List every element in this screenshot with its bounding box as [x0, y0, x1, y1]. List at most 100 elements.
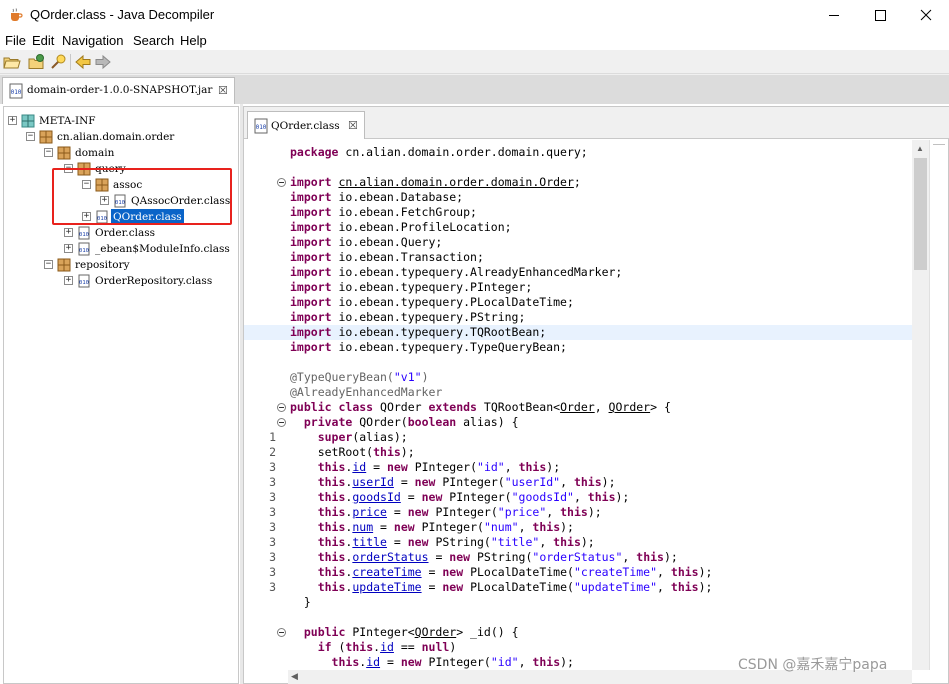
code-editor[interactable]: package cn.alian.domain.order.domain.que… [244, 140, 912, 670]
vertical-scrollbar[interactable]: ▲ [912, 140, 929, 670]
code-text: package cn.alian.domain.order.domain.que… [290, 145, 588, 159]
expand-icon[interactable]: + [82, 212, 91, 221]
tree-item-label: QOrder.class [111, 209, 184, 225]
back-icon[interactable] [74, 53, 92, 71]
minimize-icon[interactable] [811, 0, 857, 31]
code-line: @TypeQueryBean("v1") [244, 370, 912, 385]
editor-tab-strip: 010 QOrder.class ☒ [244, 107, 949, 139]
tree-item[interactable]: +010 QAssocOrder.class [4, 193, 238, 209]
close-tab-icon[interactable]: ☒ [218, 84, 228, 97]
code-text: this.orderStatus = new PString("orderSta… [317, 550, 678, 564]
tree-item[interactable]: +010 Order.class [4, 225, 238, 241]
line-number: 3 [269, 505, 276, 519]
watermark: CSDN @嘉禾嘉宁papa [738, 657, 888, 673]
tree-item[interactable]: +010 OrderRepository.class [4, 273, 238, 289]
toolbar [0, 50, 949, 74]
tree-item[interactable]: − domain [4, 145, 238, 161]
svg-text:010: 010 [97, 216, 107, 222]
tree-item[interactable]: − repository [4, 257, 238, 273]
package-icon [57, 146, 71, 160]
expand-icon[interactable]: + [64, 228, 73, 237]
expand-icon[interactable]: + [8, 116, 17, 125]
code-text: this.createTime = new PLocalDateTime("cr… [317, 565, 713, 579]
close-window-icon[interactable] [903, 0, 949, 31]
tab-qorder-class[interactable]: 010 QOrder.class ☒ [247, 111, 365, 139]
title-bar: QOrder.class - Java Decompiler [0, 0, 949, 31]
menu-search[interactable]: Search [133, 33, 174, 48]
code-line: import io.ebean.typequery.AlreadyEnhance… [244, 265, 912, 280]
expand-icon[interactable]: + [64, 244, 73, 253]
forward-icon[interactable] [94, 53, 112, 71]
scroll-thumb[interactable] [914, 158, 927, 270]
scroll-left-icon[interactable]: ◀ [291, 671, 298, 682]
tree-item[interactable]: − assoc [4, 177, 238, 193]
menu-edit[interactable]: Edit [32, 33, 54, 48]
code-line: 3 this.orderStatus = new PString("orderS… [244, 550, 912, 565]
line-number: 3 [269, 550, 276, 564]
code-text: this.updateTime = new PLocalDateTime("up… [317, 580, 713, 594]
tree-item[interactable]: − query [4, 161, 238, 177]
code-line: @AlreadyEnhancedMarker [244, 385, 912, 400]
tree-item-label: _ebean$ModuleInfo.class [95, 243, 230, 255]
expand-icon[interactable]: + [64, 276, 73, 285]
code-text: import io.ebean.typequery.TypeQueryBean; [290, 340, 567, 354]
close-tab-icon[interactable]: ☒ [348, 119, 358, 132]
code-line: import io.ebean.Query; [244, 235, 912, 250]
line-number: 3 [269, 490, 276, 504]
jar-tab-label: domain-order-1.0.0-SNAPSHOT.jar [27, 84, 213, 96]
code-line: if (this.id == null) [244, 640, 912, 655]
collapse-icon[interactable]: − [44, 260, 53, 269]
menu-help[interactable]: Help [180, 33, 207, 48]
maximize-icon[interactable] [857, 0, 903, 31]
package-icon [77, 162, 91, 176]
collapse-icon[interactable]: − [82, 180, 91, 189]
tab-jar-file[interactable]: 010 domain-order-1.0.0-SNAPSHOT.jar ☒ [2, 77, 235, 104]
code-line: 3 this.id = new PInteger("id", this); [244, 460, 912, 475]
tree-item-label: domain [75, 147, 115, 159]
tree-item-label: OrderRepository.class [95, 275, 213, 287]
line-number: 3 [269, 580, 276, 594]
menu-file[interactable]: File [5, 33, 26, 48]
code-line: import io.ebean.typequery.TQRootBean; [244, 325, 912, 340]
code-line: 1 super(alias); [244, 430, 912, 445]
class-file-icon: 010 [254, 118, 268, 134]
tree-item[interactable]: − cn.alian.domain.order [4, 129, 238, 145]
expand-icon[interactable]: + [100, 196, 109, 205]
code-line: private QOrder(boolean alias) { [244, 415, 912, 430]
collapse-icon[interactable]: − [44, 148, 53, 157]
overview-ruler [929, 140, 948, 670]
menu-navigation[interactable]: Navigation [62, 33, 123, 48]
tree-item[interactable]: + META-INF [4, 113, 238, 129]
code-line: import io.ebean.Transaction; [244, 250, 912, 265]
class-file-icon: 010 [96, 210, 108, 224]
jar-tab-strip: 010 domain-order-1.0.0-SNAPSHOT.jar ☒ [0, 75, 949, 104]
fold-collapse-icon[interactable] [277, 418, 286, 427]
collapse-icon[interactable]: − [26, 132, 35, 141]
search-icon[interactable] [49, 53, 67, 71]
tree-item[interactable]: +010 _ebean$ModuleInfo.class [4, 241, 238, 257]
fold-collapse-icon[interactable] [277, 178, 286, 187]
code-text: import io.ebean.Database; [290, 190, 464, 204]
open-type-icon[interactable] [28, 53, 46, 71]
package-icon [57, 258, 71, 272]
scroll-up-icon[interactable]: ▲ [916, 144, 924, 153]
tree-item[interactable]: +010 QOrder.class [4, 209, 238, 225]
code-text: import io.ebean.FetchGroup; [290, 205, 477, 219]
code-text: this.goodsId = new PInteger("goodsId", t… [317, 490, 630, 504]
code-text: this.id = new PInteger("id", this); [317, 460, 561, 474]
tree-item-label: assoc [113, 179, 143, 191]
svg-text:010: 010 [11, 89, 22, 96]
code-line: } [244, 595, 912, 610]
collapse-icon[interactable]: − [64, 164, 73, 173]
code-line: import io.ebean.typequery.PString; [244, 310, 912, 325]
code-text: this.price = new PInteger("price", this)… [317, 505, 602, 519]
code-text: import io.ebean.typequery.PLocalDateTime… [290, 295, 574, 309]
code-line: 3 this.userId = new PInteger("userId", t… [244, 475, 912, 490]
code-line: import io.ebean.typequery.PLocalDateTime… [244, 295, 912, 310]
fold-collapse-icon[interactable] [277, 628, 286, 637]
fold-collapse-icon[interactable] [277, 403, 286, 412]
ruler-mark [933, 144, 945, 145]
code-line: 3 this.num = new PInteger("num", this); [244, 520, 912, 535]
code-line: 3 this.createTime = new PLocalDateTime("… [244, 565, 912, 580]
open-file-icon[interactable] [3, 53, 21, 71]
